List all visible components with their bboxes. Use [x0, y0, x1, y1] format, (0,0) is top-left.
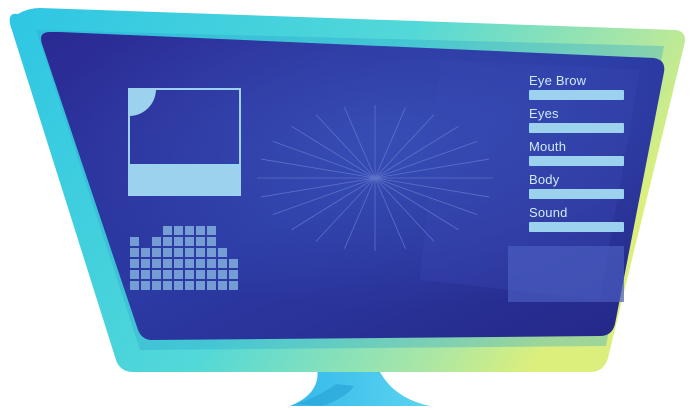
- equalizer-cell: [218, 281, 227, 290]
- equalizer-cell: [185, 281, 194, 290]
- equalizer-cell: [163, 226, 172, 235]
- equalizer-cell: [229, 281, 238, 290]
- equalizer-cell: [196, 281, 205, 290]
- equalizer-cell: [174, 237, 183, 246]
- equalizer-cell: [141, 281, 150, 290]
- equalizer-cell: [130, 281, 139, 290]
- equalizer-cell: [207, 281, 216, 290]
- equalizer-cell: [207, 270, 216, 279]
- radial-wheel-icon: [257, 104, 493, 252]
- equalizer-cell: [152, 259, 161, 268]
- equalizer-cell: [163, 270, 172, 279]
- equalizer-cell: [185, 259, 194, 268]
- equalizer-cell: [163, 237, 172, 246]
- equalizer-cell: [163, 281, 172, 290]
- preview-tile: [508, 246, 624, 302]
- equalizer-cell: [218, 270, 227, 279]
- control-slider-eye-brow[interactable]: [529, 90, 624, 100]
- equalizer-cell: [218, 259, 227, 268]
- equalizer-cell: [185, 248, 194, 257]
- control-label-eye-brow: Eye Brow: [529, 73, 587, 88]
- equalizer-cell: [174, 248, 183, 257]
- equalizer-cell: [130, 270, 139, 279]
- equalizer-cell: [141, 248, 150, 257]
- equalizer-cell: [229, 270, 238, 279]
- equalizer-cell: [174, 259, 183, 268]
- control-slider-body[interactable]: [529, 189, 624, 199]
- equalizer-cell: [196, 226, 205, 235]
- equalizer-cell: [174, 226, 183, 235]
- control-label-sound: Sound: [529, 205, 568, 220]
- equalizer-cell: [207, 226, 216, 235]
- equalizer-cell: [130, 237, 139, 246]
- equalizer-cell: [207, 237, 216, 246]
- equalizer-cell: [141, 270, 150, 279]
- equalizer-cell: [196, 259, 205, 268]
- equalizer-cell: [163, 259, 172, 268]
- control-label-eyes: Eyes: [529, 106, 559, 121]
- equalizer-cell: [130, 248, 139, 257]
- equalizer-cell: [174, 281, 183, 290]
- equalizer-cell: [229, 259, 238, 268]
- equalizer-cell: [185, 270, 194, 279]
- equalizer-cell: [152, 237, 161, 246]
- control-label-mouth: Mouth: [529, 139, 567, 154]
- equalizer-cell: [185, 237, 194, 246]
- equalizer-cell: [218, 248, 227, 257]
- monitor-illustration: Eye Brow Eyes Mouth Body Sound: [0, 0, 696, 410]
- equalizer-cell: [152, 281, 161, 290]
- equalizer-cell: [196, 237, 205, 246]
- equalizer-cell: [141, 259, 150, 268]
- control-slider-eyes[interactable]: [529, 123, 624, 133]
- control-slider-mouth[interactable]: [529, 156, 624, 166]
- control-slider-sound[interactable]: [529, 222, 624, 232]
- equalizer-cell: [207, 259, 216, 268]
- equalizer-cell: [185, 226, 194, 235]
- control-label-body: Body: [529, 172, 560, 187]
- equalizer-cell: [163, 248, 172, 257]
- equalizer-cell: [174, 270, 183, 279]
- equalizer-cell: [196, 248, 205, 257]
- equalizer-cell: [130, 259, 139, 268]
- equalizer-cell: [152, 248, 161, 257]
- equalizer-cell: [196, 270, 205, 279]
- equalizer-cell: [207, 248, 216, 257]
- equalizer-cell: [152, 270, 161, 279]
- monitor-artwork: [9, 8, 685, 406]
